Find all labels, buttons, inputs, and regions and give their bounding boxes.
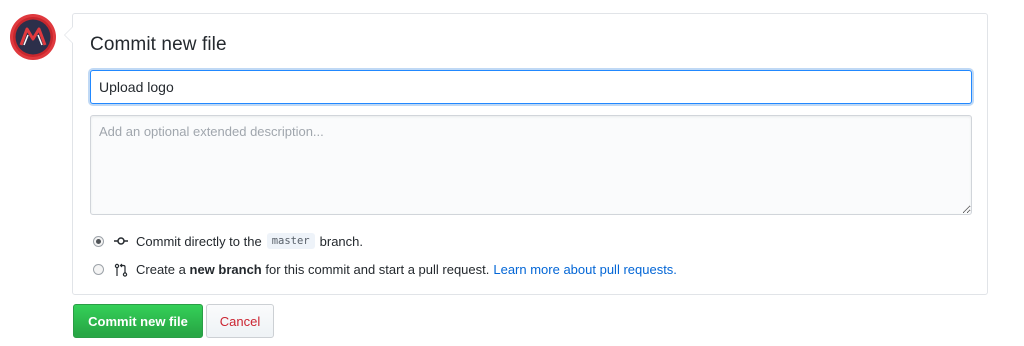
new-branch-text-before: Create a <box>136 262 186 277</box>
commit-summary-input[interactable] <box>90 70 972 104</box>
commit-new-file-button[interactable]: Commit new file <box>73 304 203 338</box>
branch-name: master <box>266 233 315 249</box>
new-branch-option[interactable]: Create a new branch for this commit and … <box>93 262 677 277</box>
commit-direct-option[interactable]: Commit directly to the master branch. <box>93 233 363 249</box>
cancel-button[interactable]: Cancel <box>206 304 274 338</box>
new-branch-radio[interactable] <box>93 264 104 275</box>
git-pull-request-icon <box>114 263 128 277</box>
commit-page: Commit new file Commit directly to the m… <box>0 0 1024 346</box>
commit-direct-radio[interactable] <box>93 235 104 247</box>
learn-more-pull-requests-link[interactable]: Learn more about pull requests. <box>493 262 677 277</box>
commit-description-textarea[interactable] <box>90 115 972 215</box>
git-commit-icon <box>114 237 128 245</box>
commit-direct-text: Commit directly to the <box>136 233 262 249</box>
new-branch-text-after: for this commit and start a pull request… <box>265 262 490 277</box>
commit-direct-text-after: branch. <box>319 233 364 249</box>
avatar-logo-icon <box>10 14 56 60</box>
new-branch-bold: new branch <box>189 262 262 277</box>
commit-panel: Commit new file Commit directly to the m… <box>64 13 988 295</box>
avatar[interactable] <box>9 13 57 61</box>
commit-form-title: Commit new file <box>90 34 227 55</box>
